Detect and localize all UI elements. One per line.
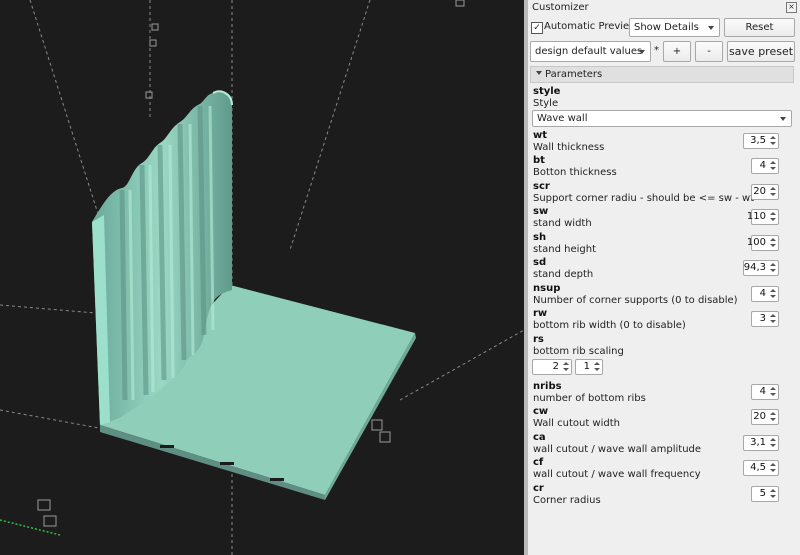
param-desc-bt: Botton thickness [533,167,617,178]
param-name-sh: sh [533,232,547,243]
group-label: Parameters [545,69,603,80]
wt-value: 3,5 [750,135,766,146]
param-name-bt: bt [533,155,545,166]
rs-x-spinbox[interactable]: 2 [532,359,572,375]
sd-value: 94,3 [743,262,766,273]
cf-value: 4,5 [750,462,766,473]
rw-value: 3 [759,313,766,324]
rs-x-value: 2 [552,361,559,372]
collapse-arrow-icon [536,71,542,75]
param-desc-rs: bottom rib scaling [533,346,624,357]
rw-spinbox[interactable]: 3 [751,311,779,327]
param-name-rw: rw [533,308,548,319]
rs-y-spinbox[interactable]: 1 [575,359,603,375]
param-desc-ca: wall cutout / wave wall amplitude [533,444,702,455]
param-desc-rw: bottom rib width (0 to disable) [533,320,686,331]
param-name-scr: scr [533,181,550,192]
scr-spinbox[interactable]: 20 [751,184,779,200]
param-name-wt: wt [533,130,548,141]
nribs-value: 4 [759,386,766,397]
rs-y-value: 1 [583,361,590,372]
param-name-ca: ca [533,432,546,443]
reset-button[interactable]: Reset [724,18,795,37]
param-desc-cw: Wall cutout width [533,418,620,429]
save-preset-button[interactable]: save preset [727,41,795,62]
customizer-panel: Customizer × ✓ Automatic Preview Show De… [528,0,800,555]
remove-preset-button[interactable]: - [695,41,723,62]
bt-spinbox[interactable]: 4 [751,158,779,174]
sh-value: 100 [746,237,766,248]
sd-spinbox[interactable]: 94,3 [743,260,779,276]
sw-spinbox[interactable]: 110 [747,209,779,225]
nsup-value: 4 [759,288,766,299]
wt-spinbox[interactable]: 3,5 [743,133,779,149]
param-name-cr: cr [533,483,544,494]
param-name-cw: cw [533,406,549,417]
nribs-spinbox[interactable]: 4 [751,384,779,400]
chevron-down-icon [780,116,786,121]
show-details-value: Show Details [634,22,699,33]
cr-value: 5 [759,488,766,499]
viewport-canvas[interactable] [0,0,524,555]
chevron-down-icon [708,25,714,30]
cw-spinbox[interactable]: 20 [751,409,779,425]
close-icon[interactable]: × [786,2,797,13]
param-name-nsup: nsup [533,283,561,294]
style-value: Wave wall [537,113,588,124]
param-desc-sd: stand depth [533,269,594,280]
preset-select[interactable]: design default values [530,41,651,62]
scr-value: 20 [753,186,766,197]
param-desc-cf: wall cutout / wave wall frequency [533,469,701,480]
3d-viewport[interactable] [0,0,524,555]
param-desc-cr: Corner radius [533,495,601,506]
param-name-cf: cf [533,457,544,468]
param-desc-nsup: Number of corner supports (0 to disable) [533,295,738,306]
add-preset-button[interactable]: + [663,41,691,62]
automatic-preview-checkbox[interactable]: ✓ [531,22,543,34]
param-name-sw: sw [533,206,549,217]
show-details-select[interactable]: Show Details [629,18,720,37]
modified-indicator: * [654,45,659,56]
param-desc-sw: stand width [533,218,592,229]
ca-value: 3,1 [750,437,766,448]
param-desc-sh: stand height [533,244,596,255]
param-desc-scr: Support corner radiu - should be <= sw -… [533,193,755,204]
cw-value: 20 [753,411,766,422]
preset-value: design default values [535,46,643,57]
param-desc-wt: Wall thickness [533,142,605,153]
ca-spinbox[interactable]: 3,1 [743,435,779,451]
param-name-nribs: nribs [533,381,562,392]
param-name-rs: rs [533,334,544,345]
chevron-down-icon [639,49,645,54]
sw-value: 110 [746,211,766,222]
automatic-preview-label: Automatic Preview [544,21,638,32]
param-desc-nribs: number of bottom ribs [533,393,646,404]
cr-spinbox[interactable]: 5 [751,486,779,502]
param-name-style: style [533,86,561,97]
nsup-spinbox[interactable]: 4 [751,286,779,302]
cf-spinbox[interactable]: 4,5 [743,460,779,476]
style-select[interactable]: Wave wall [532,110,792,127]
bt-value: 4 [759,160,766,171]
param-name-sd: sd [533,257,547,268]
param-desc-style: Style [533,98,559,109]
sh-spinbox[interactable]: 100 [747,235,779,251]
panel-title: Customizer [532,2,589,13]
parameters-group-header[interactable]: Parameters [530,66,794,83]
